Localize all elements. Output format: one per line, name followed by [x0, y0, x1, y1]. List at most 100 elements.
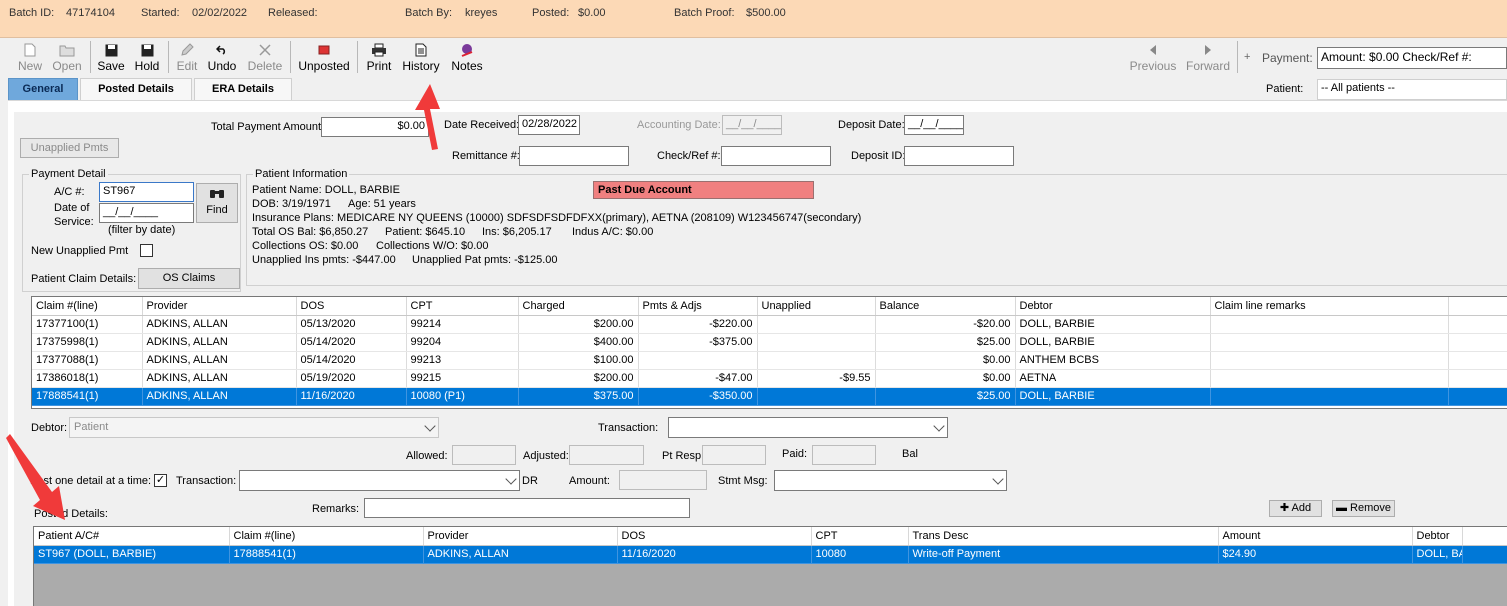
forward-label: Forward: [1185, 59, 1230, 73]
print-button[interactable]: Print: [364, 42, 394, 76]
delete-button[interactable]: Delete: [246, 42, 284, 76]
amount-input[interactable]: [619, 470, 707, 490]
claims-row[interactable]: 17375998(1) ADKINS, ALLAN 05/14/2020 99204 $…: [32, 333, 1507, 352]
accounting-date-input[interactable]: __/__/____: [722, 115, 782, 135]
claims-cell: $0.00: [875, 369, 1016, 388]
posted-label: Posted:: [532, 7, 570, 19]
chevron-down-icon: [992, 473, 1004, 485]
patient-filter-select[interactable]: -- All patients --: [1317, 79, 1507, 100]
paid-input[interactable]: [812, 445, 876, 465]
posted-column-header[interactable]: Patient A/C#: [34, 527, 230, 546]
accounting-date-label: Accounting Date:: [637, 119, 721, 131]
tab-posted-details[interactable]: Posted Details: [80, 78, 192, 100]
payment-select[interactable]: Amount: $0.00 Check/Ref #:: [1317, 47, 1507, 69]
plus-icon: ✚: [1279, 502, 1290, 514]
edit-button[interactable]: Edit: [174, 42, 200, 76]
new-button[interactable]: New: [15, 42, 45, 76]
total-payment-input[interactable]: $0.00: [321, 117, 429, 137]
printer-icon: [364, 42, 394, 58]
notes-label: Notes: [451, 59, 483, 73]
account-number-input[interactable]: ST967: [99, 182, 194, 202]
claims-column-header[interactable]: Claim #(line): [32, 297, 143, 316]
post-one-detail-checkbox[interactable]: ✓: [154, 474, 167, 487]
claims-column-header[interactable]: CPT: [406, 297, 519, 316]
posted-cell: $24.90: [1218, 545, 1413, 564]
toolbar-separator: [1237, 41, 1238, 73]
claims-cell: 99214: [406, 315, 519, 334]
posted-column-header[interactable]: Provider: [423, 527, 618, 546]
claims-column-header[interactable]: DOS: [296, 297, 407, 316]
claims-row[interactable]: 17888541(1) ADKINS, ALLAN 11/16/2020 10080 …: [32, 387, 1507, 406]
claims-row[interactable]: 17377100(1) ADKINS, ALLAN 05/13/2020 99214 $…: [32, 315, 1507, 334]
transaction2-select[interactable]: [239, 470, 520, 491]
date-of-service-input[interactable]: __/__/____: [99, 203, 194, 223]
tab-general[interactable]: General: [8, 78, 78, 100]
unapplied-pat-pmts: Unapplied Pat pmts: -$125.00: [412, 254, 558, 266]
remarks-input[interactable]: [364, 498, 690, 518]
claims-cell: [757, 333, 876, 352]
claims-column-header[interactable]: Claim line remarks: [1210, 297, 1449, 316]
posted-cell: ST967 (DOLL, BARBIE): [34, 545, 230, 564]
toolbar: New Open Save Hold Edit Undo Delete Unpo…: [0, 38, 1507, 78]
pt-resp-input[interactable]: [702, 445, 766, 465]
unposted-button[interactable]: Unposted: [296, 42, 352, 76]
dos-label-line2: Service:: [54, 216, 94, 228]
os-claims-button[interactable]: OS Claims: [138, 268, 240, 289]
patient-dob: DOB: 3/19/1971: [252, 198, 331, 210]
pt-resp-label: Pt Resp:: [662, 450, 705, 462]
dos-label-line1: Date of: [54, 202, 90, 214]
claims-column-header[interactable]: Provider: [142, 297, 297, 316]
claims-cell: ADKINS, ALLAN: [142, 369, 297, 388]
patient-name: Patient Name: DOLL, BARBIE: [252, 184, 400, 196]
previous-button[interactable]: Previous: [1128, 42, 1178, 76]
transaction-select[interactable]: [668, 417, 948, 438]
find-button[interactable]: Find: [196, 183, 238, 223]
allowed-input[interactable]: [452, 445, 516, 465]
tab-era-details[interactable]: ERA Details: [194, 78, 292, 100]
adjusted-input[interactable]: [569, 445, 644, 465]
hold-label: Hold: [134, 59, 160, 73]
claims-column-header[interactable]: Debtor: [1015, 297, 1211, 316]
history-button[interactable]: History: [400, 42, 442, 76]
add-payment-plus[interactable]: +: [1244, 51, 1250, 63]
hold-button[interactable]: Hold: [132, 42, 162, 76]
undo-button[interactable]: Undo: [206, 42, 238, 76]
posted-column-header[interactable]: DOS: [617, 527, 812, 546]
debtor-select[interactable]: Patient: [69, 417, 439, 438]
posted-column-header[interactable]: Debtor: [1412, 527, 1464, 546]
checkref-input[interactable]: [721, 146, 831, 166]
deposit-date-input[interactable]: __/__/____: [904, 115, 964, 135]
date-received-input[interactable]: 02/28/2022: [518, 115, 580, 135]
posted-row[interactable]: ST967 (DOLL, BARBIE) 17888541(1) ADKINS, A…: [34, 545, 1507, 564]
claims-column-header[interactable]: Charged: [518, 297, 639, 316]
claims-column-header[interactable]: Unapplied: [757, 297, 876, 316]
posted-details-grid: Patient A/C# Claim #(line) Provider DOS CPT T…: [33, 526, 1507, 606]
claims-cell: 17377100(1): [32, 315, 143, 334]
claims-row[interactable]: 17377088(1) ADKINS, ALLAN 05/14/2020 99213 $…: [32, 351, 1507, 370]
stmt-msg-select[interactable]: [774, 470, 1007, 491]
claims-cell: -$20.00: [875, 315, 1016, 334]
claims-cell: [757, 315, 876, 334]
posted-column-header[interactable]: Claim #(line): [229, 527, 424, 546]
remittance-input[interactable]: [519, 146, 629, 166]
claims-cell: 05/19/2020: [296, 369, 407, 388]
remove-button[interactable]: ▬ Remove: [1332, 500, 1395, 517]
claims-column-header[interactable]: Pmts & Adjs: [638, 297, 758, 316]
deposit-id-input[interactable]: [904, 146, 1014, 166]
notes-button[interactable]: Notes: [449, 42, 485, 76]
forward-button[interactable]: Forward: [1184, 42, 1232, 76]
open-button[interactable]: Open: [51, 42, 83, 76]
add-button[interactable]: ✚ Add: [1269, 500, 1322, 517]
unapplied-ins-pmts: Unapplied Ins pmts: -$447.00: [252, 254, 396, 266]
claims-column-header[interactable]: Balance: [875, 297, 1016, 316]
delete-label: Delete: [247, 59, 283, 73]
patient-balance: Patient: $645.10: [385, 226, 466, 238]
started-value: 02/02/2022: [192, 7, 248, 19]
unapplied-pmts-button[interactable]: Unapplied Pmts: [20, 138, 119, 158]
posted-column-header[interactable]: CPT: [811, 527, 909, 546]
save-button[interactable]: Save: [97, 42, 125, 76]
new-unapplied-checkbox[interactable]: [140, 244, 153, 257]
claims-row[interactable]: 17386018(1) ADKINS, ALLAN 05/19/2020 99215 $…: [32, 369, 1507, 388]
posted-column-header[interactable]: Amount: [1218, 527, 1413, 546]
posted-column-header[interactable]: Trans Desc: [908, 527, 1219, 546]
